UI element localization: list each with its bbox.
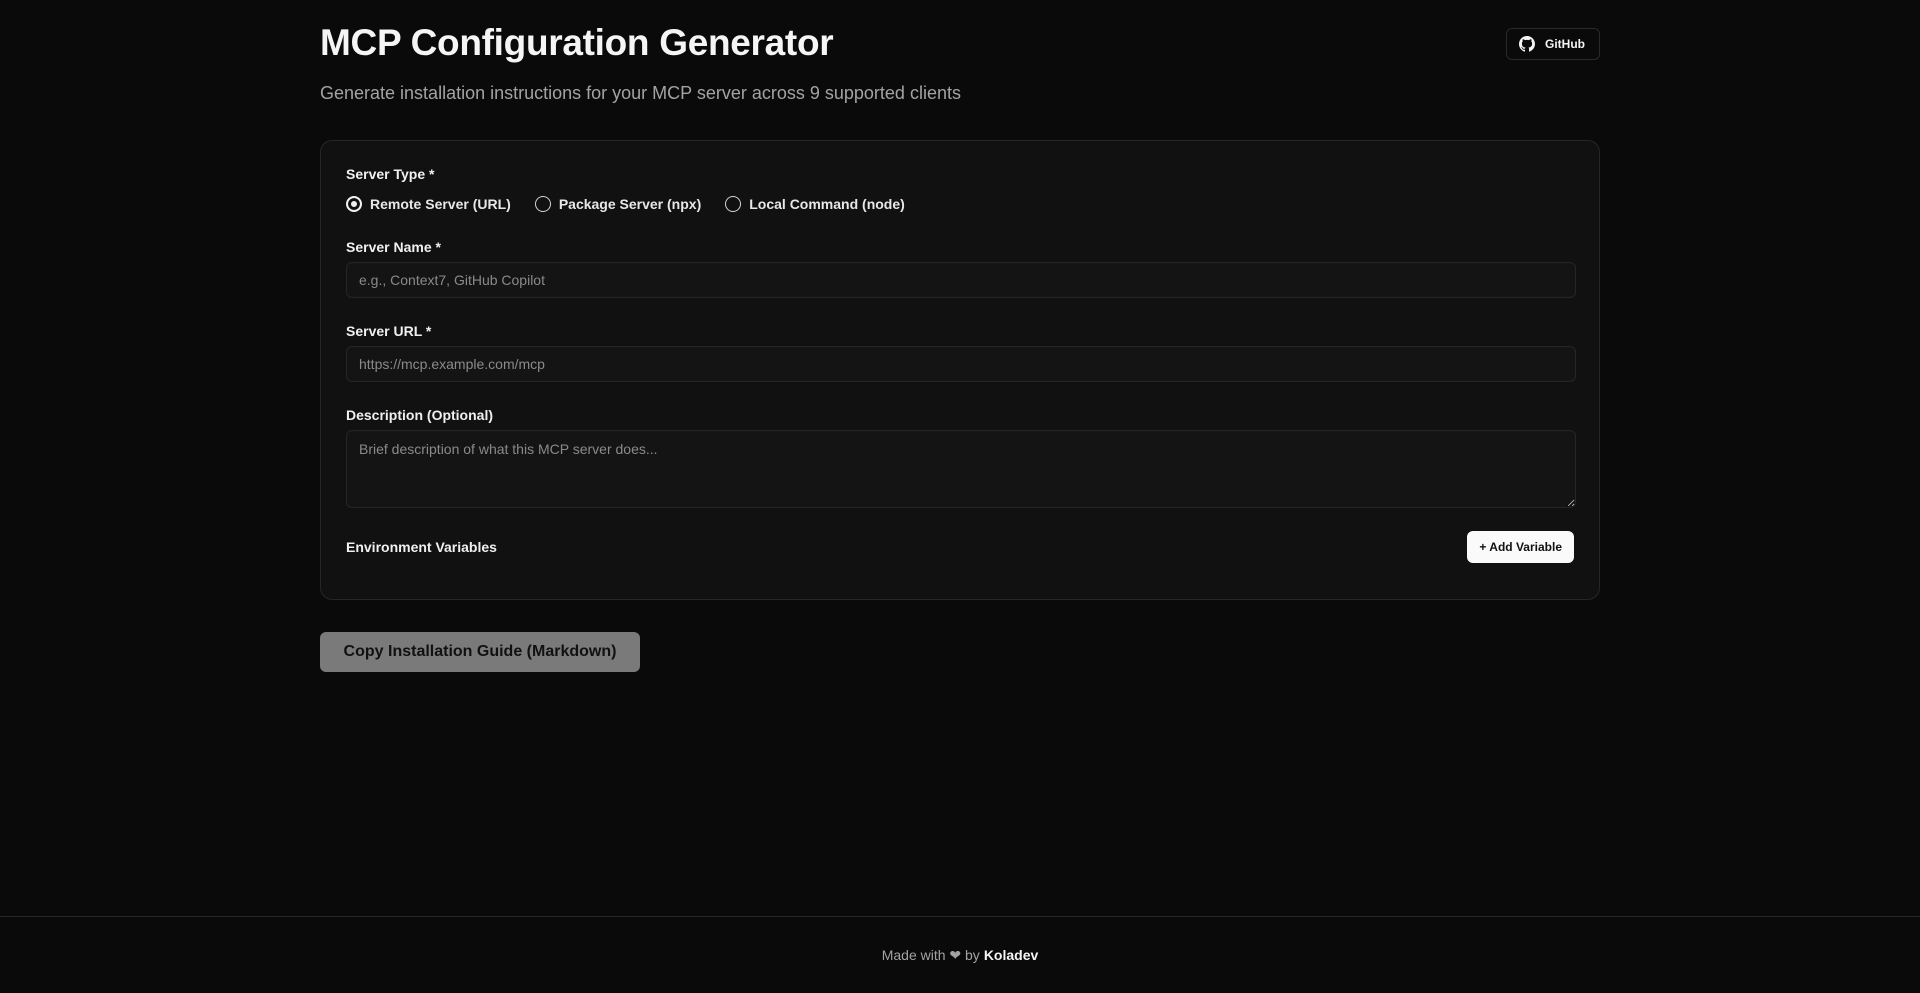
page-header: MCP Configuration Generator Generate ins… [320, 0, 1600, 140]
github-icon [1519, 36, 1535, 52]
radio-local-command[interactable]: Local Command (node) [725, 196, 905, 212]
radio-package-server-circle[interactable] [534, 196, 551, 212]
server-type-radio-group: Remote Server (URL) Package Server (npx)… [346, 196, 905, 212]
server-type-label: Server Type * [346, 166, 435, 182]
page-subtitle: Generate installation instructions for y… [320, 83, 961, 103]
server-url-label: Server URL * [346, 323, 432, 339]
add-variable-button[interactable]: + Add Variable [1467, 531, 1574, 563]
page-footer: Made with ❤ by Koladev [0, 916, 1920, 993]
footer-brand-link[interactable]: Koladev [984, 947, 1038, 963]
radio-package-server-label: Package Server (npx) [558, 196, 702, 212]
env-vars-label: Environment Variables [346, 539, 497, 555]
description-label: Description (Optional) [346, 407, 493, 423]
server-name-label: Server Name * [346, 239, 441, 255]
radio-package-server[interactable]: Package Server (npx) [534, 196, 702, 212]
page-title: MCP Configuration Generator [320, 22, 834, 63]
copy-installation-guide-button[interactable]: Copy Installation Guide (Markdown) [320, 632, 640, 672]
radio-remote-server[interactable]: Remote Server (URL) [346, 196, 511, 212]
radio-remote-server-circle[interactable] [346, 196, 362, 212]
radio-remote-server-label: Remote Server (URL) [370, 196, 511, 212]
github-button[interactable]: GitHub [1506, 28, 1600, 60]
radio-local-command-circle[interactable] [725, 196, 742, 212]
config-form-card: Server Type * Remote Server (URL) Packag… [320, 140, 1600, 600]
footer-prefix: Made with ❤ by [881, 946, 980, 963]
github-label: GitHub [1545, 37, 1585, 51]
server-name-input[interactable] [346, 262, 1576, 298]
description-textarea[interactable] [346, 430, 1576, 508]
page-container: MCP Configuration Generator Generate ins… [320, 0, 1600, 672]
server-url-input[interactable] [346, 346, 1576, 382]
radio-local-command-label: Local Command (node) [749, 196, 905, 212]
